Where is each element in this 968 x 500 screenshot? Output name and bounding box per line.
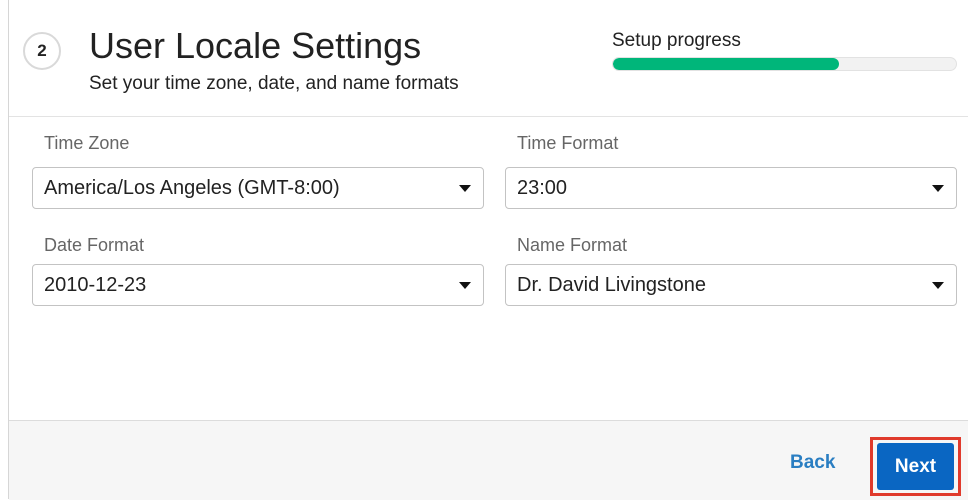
name-format-label: Name Format	[517, 235, 628, 255]
time-format-select[interactable]: 23:00	[505, 167, 957, 209]
date-format-value: 2010-12-23	[44, 273, 147, 296]
page-title: User Locale Settings	[89, 25, 422, 66]
time-zone-value: America/Los Angeles (GMT-8:00)	[44, 176, 340, 199]
time-format-value: 23:00	[517, 176, 568, 199]
name-format-value: Dr. David Livingstone	[517, 273, 706, 296]
wizard-header: 2 User Locale Settings Set your time zon…	[9, 0, 968, 117]
page-subtitle: Set your time zone, date, and name forma…	[89, 73, 459, 94]
step-number-badge: 2	[23, 32, 61, 70]
back-button[interactable]: Back	[790, 452, 835, 474]
time-zone-label: Time Zone	[44, 133, 130, 153]
time-zone-select[interactable]: America/Los Angeles (GMT-8:00)	[32, 167, 484, 209]
chevron-down-icon	[459, 282, 471, 289]
locale-wizard: 2 User Locale Settings Set your time zon…	[8, 0, 968, 500]
name-format-select[interactable]: Dr. David Livingstone	[505, 264, 957, 306]
progress-label: Setup progress	[612, 30, 741, 51]
date-format-select[interactable]: 2010-12-23	[32, 264, 484, 306]
progress-bar	[612, 57, 957, 71]
time-format-label: Time Format	[517, 133, 619, 153]
date-format-label: Date Format	[44, 235, 145, 255]
chevron-down-icon	[459, 185, 471, 192]
progress-bar-fill	[613, 58, 840, 70]
chevron-down-icon	[932, 185, 944, 192]
next-button[interactable]: Next	[877, 443, 954, 490]
chevron-down-icon	[932, 282, 944, 289]
